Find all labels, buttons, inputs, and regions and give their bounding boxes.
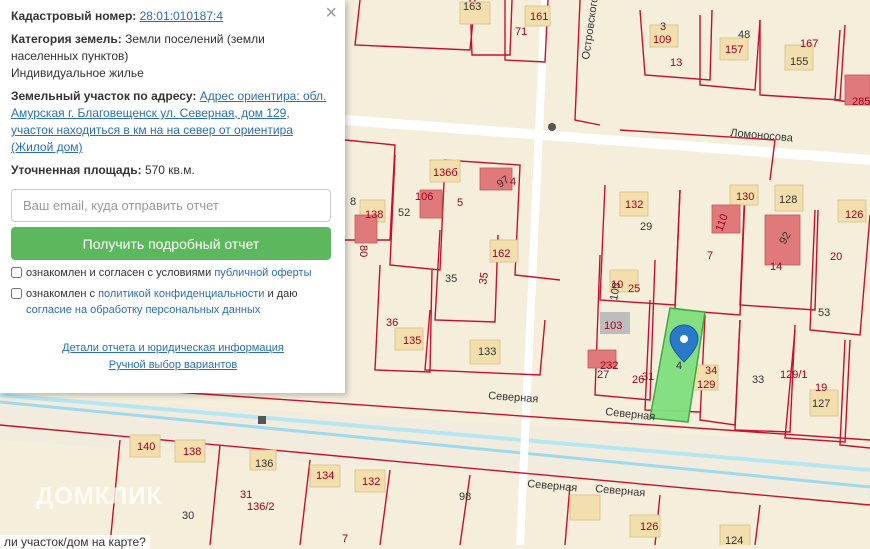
house-number-label: 109 [653,34,671,46]
consent-offer: ознакомлен и согласен с условиями публич… [11,265,335,281]
house-number-label: 136 [255,458,273,470]
house-number-label: 129 [697,379,715,391]
house-number-label: 48 [738,29,750,41]
house-number-label: 7 [707,250,713,262]
house-number-label: 130 [736,191,754,203]
house-number-label: 52 [398,207,410,219]
consent-privacy-checkbox[interactable] [11,288,22,299]
house-number-label: 34 [705,365,717,377]
consent-privacy-text: ознакомлен с [26,288,99,300]
consent-privacy-mid: и даю [264,288,298,300]
house-number-label: 25 [628,283,640,295]
house-number-label: 129/1 [780,369,808,381]
area-value: 570 кв.м. [144,163,195,177]
house-number-label: 30 [182,510,194,522]
house-number-label: 8 [350,196,356,208]
footer-links: Детали отчета и юридическая информация Р… [11,340,335,374]
consent-privacy: ознакомлен с политикой конфиденциальност… [11,286,335,318]
consent-offer-label: ознакомлен и согласен с условиями публич… [26,265,312,281]
house-number-label: 4 [510,176,516,188]
domclick-watermark: ДОМКЛИК [36,483,163,510]
house-number-label: 126 [640,521,658,533]
house-number-label: 136/2 [247,501,275,513]
house-number-label: 35 [445,273,457,285]
house-number-label: 98 [459,491,471,503]
house-number-label: 53 [818,307,830,319]
house-number-label: 133 [478,346,496,358]
house-number-label: 10 [611,279,623,291]
area-row: Уточненная площадь: 570 кв.м. [11,162,335,179]
house-number-label: 13 [670,57,682,69]
house-number-label: 124 [725,535,743,545]
consent-offer-checkbox[interactable] [11,267,22,278]
cadastral-number-link[interactable]: 28:01:010187:4 [140,9,223,23]
house-number-label: 31 [642,371,654,383]
house-number-label: 33 [752,374,764,386]
house-number-label: 4 [676,360,682,372]
house-number-label: 14 [770,261,782,273]
house-number-label: 19 [815,382,827,394]
bottom-prompt[interactable]: ли участок/дом на карте? [0,535,150,549]
consent-privacy-label: ознакомлен с политикой конфиденциальност… [26,286,335,318]
house-number-label: 20 [830,251,842,263]
house-number-label: 71 [515,26,527,38]
house-number-label: 35 [477,271,491,285]
privacy-policy-link[interactable]: политикой конфиденциальности [98,288,264,300]
address-label: Земельный участок по адресу: [11,89,197,103]
house-number-label: 106 [415,191,433,203]
house-number-label: 132 [362,476,380,488]
trash-icon [258,416,266,424]
fuel-drop-icon [548,123,556,131]
category-row: Категория земель: Земли поселений (земли… [11,31,335,82]
house-number-label: 162 [492,248,510,260]
address-row: Земельный участок по адресу: Адрес ориен… [11,88,335,156]
house-number-label: 140 [137,441,155,453]
consent-offer-text: ознакомлен и согласен с условиями [26,267,215,279]
house-number-label: 31 [240,489,252,501]
house-number-label: 128 [779,194,797,206]
house-number-label: 5 [457,197,463,209]
house-number-label: 285 [852,96,870,108]
house-number-label: 36 [386,317,398,329]
manual-selection-link[interactable]: Ручной выбор вариантов [109,359,237,371]
house-number-label: 138 [183,446,201,458]
house-number-label: 157 [725,44,743,56]
house-number-label: 127 [812,398,830,410]
data-processing-link[interactable]: согласие на обработку персональных данны… [26,304,260,316]
house-number-label: 103 [604,320,622,332]
cadastral-number-row: Кадастровый номер: 28:01:010187:4 [11,8,335,25]
category-label: Категория земель: [11,32,122,46]
email-input[interactable] [11,189,331,222]
house-number-label: 3 [660,21,666,33]
details-link[interactable]: Детали отчета и юридическая информация [62,342,284,354]
house-number-label: 161 [530,11,548,23]
use-value: Индивидуальное жилье [11,66,144,80]
house-number-label: 80 [357,245,369,257]
cadastral-label: Кадастровый номер: [11,9,137,23]
house-number-label: 29 [640,221,652,233]
house-number-label: 136б [433,167,458,179]
house-number-label: 155 [790,56,808,68]
house-number-label: 138 [365,209,383,221]
house-number-label: 134 [316,470,334,482]
house-number-label: 135 [403,335,421,347]
house-number-label: 132 [625,199,643,211]
cadastral-info-panel: × Кадастровый номер: 28:01:010187:4 Кате… [0,0,345,393]
get-report-button[interactable]: Получить подробный отчет [11,227,331,260]
close-icon[interactable]: × [325,3,337,23]
house-number-label: 126 [845,209,863,221]
house-number-label: 7 [342,533,348,545]
house-number-label: 167 [800,38,818,50]
house-number-label: 27 [597,369,609,381]
public-offer-link[interactable]: публичной оферты [214,267,311,279]
house-number-label: 163 [463,1,481,13]
area-label: Уточненная площадь: [11,163,142,177]
